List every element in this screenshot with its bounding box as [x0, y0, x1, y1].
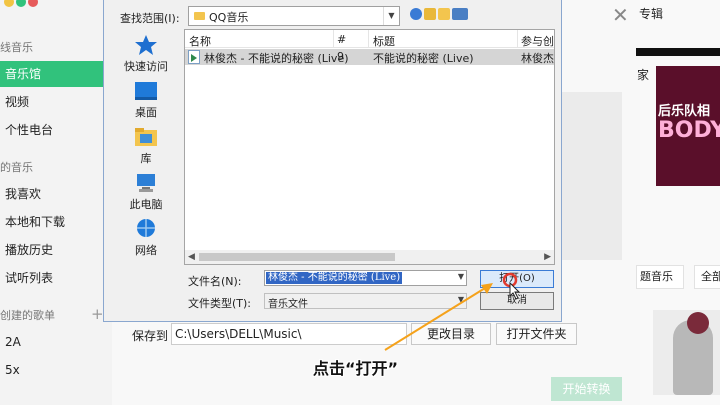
- file-name-cell: 林俊杰 - 不能说的秘密 (Live): [204, 52, 349, 65]
- file-title-cell: 不能说的秘密 (Live): [373, 52, 474, 65]
- file-type-value: 音乐文件: [268, 299, 308, 310]
- sidebar-item-local[interactable]: 本地和下载: [0, 209, 112, 235]
- sidebar-item-trial-list[interactable]: 试听列表: [0, 265, 112, 291]
- sidebar-item-video[interactable]: 视频: [0, 89, 112, 115]
- place-desktop[interactable]: 桌面: [114, 80, 178, 120]
- column-title[interactable]: 标题: [373, 33, 395, 49]
- look-in-label: 查找范围(I):: [120, 12, 180, 25]
- file-open-dialog: 查找范围(I): QQ音乐 ▼ 快速访问 桌面 库 此电脑 网络 名称 # 标题…: [103, 0, 562, 322]
- file-name-input[interactable]: 林俊杰 - 不能说的秘密 (Live) ▼: [264, 270, 467, 286]
- album-art[interactable]: 后乐队相 BODY: [656, 66, 720, 186]
- file-name-selected-text: 林俊杰 - 不能说的秘密 (Live): [266, 272, 403, 284]
- column-name[interactable]: 名称: [189, 33, 211, 49]
- file-number-cell: 9: [337, 50, 344, 63]
- place-label: 库: [140, 152, 152, 165]
- file-list[interactable]: 名称 # 标题 参与创 林俊杰 - 不能说的秘密 (Live) 9 不能说的秘密…: [184, 29, 555, 265]
- scrollbar-thumb[interactable]: [199, 253, 395, 261]
- open-folder-button[interactable]: 打开文件夹: [496, 323, 577, 345]
- chevron-down-icon[interactable]: ▼: [383, 7, 399, 25]
- chevron-down-icon[interactable]: ▼: [458, 295, 464, 304]
- place-label: 桌面: [135, 106, 157, 119]
- place-network[interactable]: 网络: [114, 218, 178, 258]
- places-bar: 快速访问 桌面 库 此电脑 网络: [114, 30, 178, 270]
- start-convert-button[interactable]: 开始转换: [551, 377, 622, 401]
- back-icon[interactable]: [410, 8, 422, 20]
- place-label: 快速访问: [124, 60, 168, 73]
- album-tab[interactable]: 专辑: [639, 5, 663, 22]
- app-logo: [4, 0, 40, 7]
- network-icon: [137, 219, 155, 237]
- file-row[interactable]: 林俊杰 - 不能说的秘密 (Live) 9 不能说的秘密 (Live) 林俊杰: [185, 49, 554, 65]
- look-in-value: QQ音乐: [209, 11, 249, 24]
- cancel-button[interactable]: 取消: [480, 292, 554, 310]
- category-button[interactable]: 题音乐: [636, 265, 684, 289]
- file-list-header: 名称 # 标题 参与创: [185, 30, 554, 48]
- album-art-text: 后乐队相: [658, 104, 711, 119]
- file-type-label: 文件类型(T):: [188, 297, 252, 310]
- playlist-item-2a[interactable]: 2A: [0, 329, 112, 355]
- add-playlist-icon[interactable]: +: [91, 305, 104, 323]
- figure-head: [687, 312, 709, 334]
- save-to-label: 保存到: [132, 329, 169, 343]
- place-label: 网络: [135, 244, 157, 257]
- computer-icon: [137, 174, 155, 192]
- place-library[interactable]: 库: [114, 126, 178, 166]
- tutorial-caption: 点击“打开”: [313, 359, 399, 378]
- audio-file-icon: [188, 50, 200, 64]
- sidebar-item-music-hall[interactable]: 音乐馆: [0, 61, 112, 87]
- sidebar-item-radio[interactable]: 个性电台: [0, 117, 112, 143]
- star-icon: [135, 35, 157, 55]
- sidebar-item-history[interactable]: 播放历史: [0, 237, 112, 263]
- view-menu-icon[interactable]: [452, 8, 468, 20]
- column-separator[interactable]: [333, 30, 334, 48]
- scroll-left-icon[interactable]: ◀: [188, 250, 195, 264]
- open-button[interactable]: 打开(O): [480, 270, 554, 288]
- new-folder-icon[interactable]: [438, 8, 450, 20]
- scroll-right-icon[interactable]: ▶: [544, 250, 551, 264]
- desktop-icon: [135, 82, 157, 100]
- album-art-title: BODY: [658, 118, 720, 143]
- place-this-pc[interactable]: 此电脑: [114, 172, 178, 212]
- section-online-music: 线音乐: [0, 41, 33, 54]
- column-separator[interactable]: [368, 30, 369, 48]
- library-folder-icon: [135, 128, 157, 146]
- change-directory-button[interactable]: 更改目录: [411, 323, 491, 345]
- section-created-playlists: 创建的歌单: [0, 309, 55, 322]
- column-artist[interactable]: 参与创: [521, 33, 554, 49]
- close-icon[interactable]: ✕: [612, 3, 629, 27]
- column-separator[interactable]: [517, 30, 518, 48]
- save-path-field[interactable]: C:\Users\DELL\Music\: [171, 323, 407, 345]
- artist-tab[interactable]: 家: [637, 66, 649, 83]
- converter-panel-inner: [555, 92, 622, 260]
- place-label: 此电脑: [129, 198, 163, 211]
- album-art-2[interactable]: [653, 310, 720, 395]
- banner-strip: [636, 48, 720, 56]
- section-my-music: 的音乐: [0, 161, 33, 174]
- file-name-label: 文件名(N):: [188, 275, 242, 288]
- column-number[interactable]: #: [337, 33, 346, 46]
- file-artist-cell: 林俊杰: [521, 52, 554, 65]
- sidebar-item-favorites[interactable]: 我喜欢: [0, 181, 112, 207]
- horizontal-scrollbar[interactable]: ◀ ▶: [185, 250, 554, 264]
- file-type-select[interactable]: 音乐文件 ▼: [264, 293, 467, 310]
- folder-icon: [194, 12, 205, 20]
- all-button[interactable]: 全部: [694, 265, 720, 289]
- place-quick-access[interactable]: 快速访问: [114, 34, 178, 74]
- qq-sidebar: 线音乐 音乐馆 视频 个性电台 的音乐 我喜欢 本地和下载 播放历史 试听列表 …: [0, 0, 112, 405]
- chevron-down-icon[interactable]: ▼: [458, 272, 464, 281]
- up-folder-icon[interactable]: [424, 8, 436, 20]
- look-in-dropdown[interactable]: QQ音乐 ▼: [188, 6, 400, 26]
- playlist-item-5x[interactable]: 5x: [0, 357, 112, 383]
